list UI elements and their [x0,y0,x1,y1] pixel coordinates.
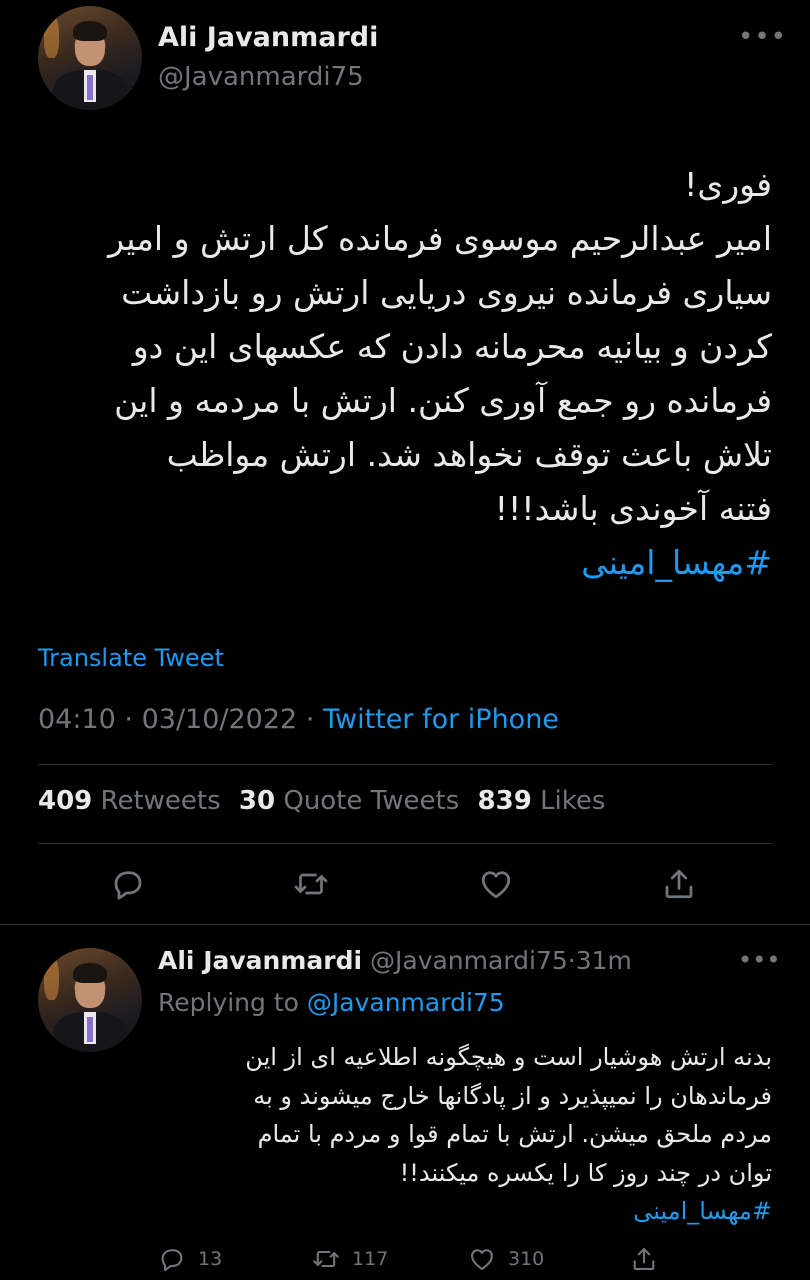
divider [0,924,810,925]
replying-to: Replying to @Javanmardi75 [158,988,505,1017]
author-name[interactable]: Ali Javanmardi [158,946,362,975]
share-icon [633,1248,655,1270]
share-icon [665,869,693,899]
retweet-button[interactable] [289,862,333,906]
tweet-stats: 409 Retweets 30 Quote Tweets 839 Likes [38,786,605,816]
retweets-stat[interactable]: 409 Retweets [38,786,221,816]
hashtag-link[interactable]: #مهسا_امینی [633,1197,772,1225]
likes-stat[interactable]: 839 Likes [478,786,606,816]
retweet-button[interactable]: 117 [312,1242,388,1276]
author-handle[interactable]: @Javanmardi75 [158,62,364,92]
replying-prefix: Replying to [158,988,299,1017]
likes-label: Likes [540,786,606,816]
divider [38,843,772,844]
meta-separator: · [305,704,315,735]
retweets-label: Retweets [100,786,221,816]
author-handle[interactable]: @Javanmardi75 [370,946,568,975]
share-button[interactable] [630,1242,658,1276]
meta-separator: · [567,946,576,975]
quotes-count: 30 [238,786,276,816]
reply-button[interactable] [106,862,150,906]
main-tweet: Ali Javanmardi @Javanmardi75 ••• فوری! ا… [0,0,810,925]
tweet-metadata: 04:10 · 03/10/2022 · Twitter for iPhone [38,704,559,735]
retweet-icon [294,873,328,895]
reply-text: بدنه ارتش هوشیار است و هیچگونه اطلاعیه ا… [158,1038,772,1231]
avatar[interactable] [38,6,142,110]
replying-to-handle[interactable]: @Javanmardi75 [307,988,505,1017]
meta-separator: · [124,704,133,735]
retweet-count: 117 [352,1248,389,1270]
retweet-icon [313,1250,339,1268]
retweets-count: 409 [38,786,93,816]
translate-tweet-link[interactable]: Translate Tweet [38,644,224,672]
like-count: 310 [508,1248,545,1270]
more-horizontal-icon[interactable]: ••• [738,946,780,974]
tweet-text: فوری! امیر عبدالرحیم موسوی فرمانده کل ار… [32,158,772,590]
like-button[interactable]: 310 [468,1242,544,1276]
share-button[interactable] [657,862,701,906]
like-button[interactable] [474,862,518,906]
more-horizontal-icon[interactable]: ••• [738,22,787,52]
reply-time[interactable]: 31m [576,946,632,975]
reply-icon [114,871,142,900]
likes-count: 839 [477,786,532,816]
like-icon [471,1249,493,1270]
reply-count: 13 [198,1248,223,1270]
reply-icon [161,1249,183,1272]
like-icon [481,871,511,899]
quote-tweets-stat[interactable]: 30 Quote Tweets [239,786,459,816]
tweet-body: فوری! امیر عبدالرحیم موسوی فرمانده کل ار… [108,165,772,528]
hashtag-link[interactable]: #مهسا_امینی [581,543,772,582]
reply-header: Ali Javanmardi @Javanmardi75·31m [158,946,632,975]
avatar[interactable] [38,948,142,1052]
divider [38,764,772,765]
quotes-label: Quote Tweets [283,786,460,816]
author-name[interactable]: Ali Javanmardi [158,22,378,53]
tweet-thread-page: Ali Javanmardi @Javanmardi75 ••• فوری! ا… [0,0,810,1280]
tweet-date[interactable]: 03/10/2022 [142,704,298,735]
tweet-time: 04:10 [38,704,116,735]
reply-body: بدنه ارتش هوشیار است و هیچگونه اطلاعیه ا… [245,1043,772,1187]
tweet-source-link[interactable]: Twitter for iPhone [323,704,559,735]
reply-button[interactable]: 13 [158,1242,222,1276]
